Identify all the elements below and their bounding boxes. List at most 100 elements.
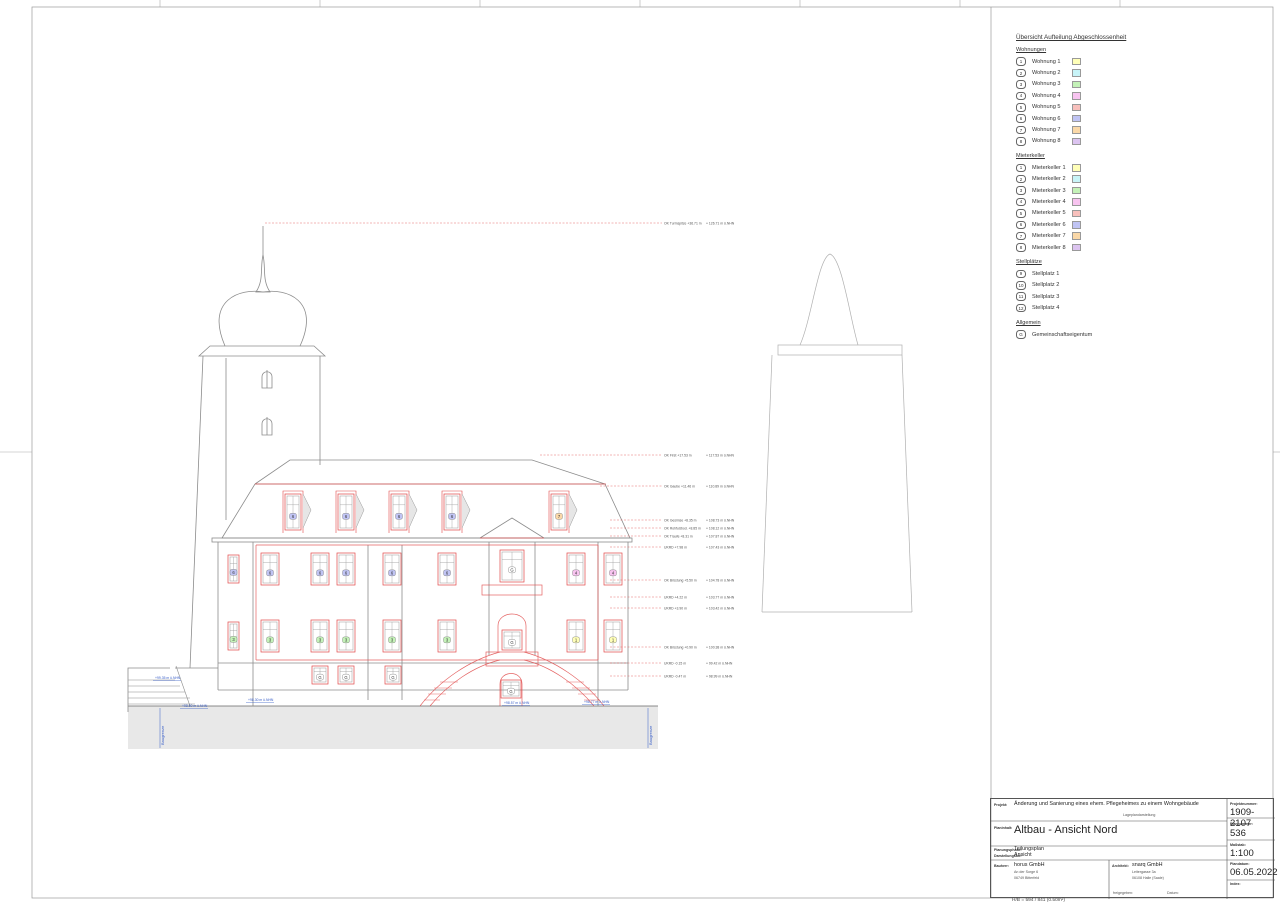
elevation-label: OK Traufe +8.31 m xyxy=(664,534,693,538)
approved-label: freigegeben: xyxy=(1113,891,1133,895)
dormer-window: 6 xyxy=(443,493,461,531)
legend-color-swatch xyxy=(1072,221,1081,229)
lower-window: 3 xyxy=(437,619,457,653)
elevation-value: + 103.42 m ü.NHN xyxy=(706,606,735,610)
elevation-label: UKRD +7.98 m xyxy=(664,545,687,549)
owner-address-1: An der Sorge 6 xyxy=(1014,870,1039,874)
legend-title: Übersicht Aufteilung Abgeschlossenheit xyxy=(1016,34,1127,41)
dormer-cheek xyxy=(355,493,365,529)
unit-tag-label: G xyxy=(510,567,513,572)
legend-color-swatch xyxy=(1072,103,1081,111)
project-value: Änderung und Sanierung eines ehem. Pfleg… xyxy=(1014,801,1199,807)
dormer-cheek xyxy=(302,493,312,529)
scale-label: Maßstab: xyxy=(1230,843,1246,847)
legend-color-swatch xyxy=(1072,80,1081,89)
legend-item-label: Mieterkeller 6 xyxy=(1032,221,1066,228)
legend-item-number: 2 xyxy=(1016,68,1026,78)
legend-color-swatch xyxy=(1072,164,1081,172)
legend-item-number: 12 xyxy=(1016,303,1026,313)
plan-number-value: 536 xyxy=(1230,828,1246,839)
elevation-label: OK Gesimse +8.35 m xyxy=(664,518,697,522)
legend-item-number: 4 xyxy=(1016,197,1026,207)
legend-item: 2 Wohnung 2 xyxy=(1016,67,1246,78)
legend-item-number: 4 xyxy=(1016,91,1026,101)
legend-item-label: Mieterkeller 8 xyxy=(1032,244,1066,251)
legend-item-number: 5 xyxy=(1016,209,1026,218)
ground-level-label: +98.30 m ü.NHN xyxy=(248,698,274,702)
legend-heading: Allgemein xyxy=(1016,319,1041,326)
plan-date-value: 06.05.2022 xyxy=(1230,867,1278,878)
windows-layer: 6 6 6 6 76 6 6 6 6 4 46G3 3 3 3 3 1 13G G GGG xyxy=(227,490,623,699)
legend-item-label: Mieterkeller 1 xyxy=(1032,164,1066,171)
legend-item-label: Wohnung 4 xyxy=(1032,92,1061,99)
legend-item: 4 Mieterkeller 4 xyxy=(1016,196,1246,207)
plan-content-label: Planinhalt: xyxy=(994,826,1013,830)
ground-level-label: +98.50 m ü.NHN xyxy=(182,704,208,708)
ground-level-label: +99.35 m ü.NHN xyxy=(155,676,181,680)
dormer-cheek xyxy=(568,493,578,529)
side-window: 3 xyxy=(227,621,240,651)
legend-item-label: Mieterkeller 3 xyxy=(1032,187,1066,194)
elevation-label: OK First +17.53 m xyxy=(664,453,692,457)
basement-window: G xyxy=(337,665,355,685)
legend-item: 1 Wohnung 1 xyxy=(1016,56,1246,67)
unit-tag-label: G xyxy=(391,675,394,680)
ground-level-label: +98.77 m ü.NHN xyxy=(584,700,610,704)
project-number-label: Projektnummer: xyxy=(1230,802,1258,806)
legend-item-number: 7 xyxy=(1016,231,1026,241)
view-type-value: Ansicht xyxy=(1014,852,1032,858)
entrance-stairs xyxy=(128,665,195,707)
lower-window: 3 xyxy=(382,619,402,653)
center-door: G xyxy=(501,629,523,651)
elevation-value: + 103.77 m ü.NHN xyxy=(706,595,735,599)
elevation-value: + 98.99 m ü.NHN xyxy=(706,674,733,678)
neighbour-tower-outline xyxy=(761,253,913,613)
elevation-label: OK Brüstung +0.90 m xyxy=(664,645,697,649)
legend-item-label: Stellplatz 2 xyxy=(1032,282,1060,289)
upper-window: 4 xyxy=(603,552,623,586)
upper-window: 6 xyxy=(382,552,402,586)
legend-item-number: 1 xyxy=(1016,163,1026,173)
unit-tag-label: G xyxy=(509,689,512,694)
basement-window: G xyxy=(311,665,329,685)
architect-label: Architekt: xyxy=(1112,864,1129,868)
elevation-value: + 117.53 m ü.NHN xyxy=(706,453,734,457)
legend-item-label: Wohnung 5 xyxy=(1032,104,1061,111)
title-block: Projekt: Änderung und Sanierung eines eh… xyxy=(990,798,1278,899)
legend-item-label: Wohnung 8 xyxy=(1032,138,1061,145)
elevation-value: + 108.73 m ü.NHN xyxy=(706,518,735,522)
legend-item-label: Wohnung 3 xyxy=(1032,81,1061,88)
elevation-value: + 108.12 m ü.NHN xyxy=(706,526,735,530)
elevation-label: OK Gaube +11.46 m xyxy=(664,484,695,488)
unit-tag-label: G xyxy=(344,675,347,680)
boundary-label-left: Baugrenze xyxy=(160,725,165,745)
elevation-value: + 107.87 m ü.NHN xyxy=(706,534,735,538)
legend-item: 2 Mieterkeller 2 xyxy=(1016,174,1246,185)
lower-window: 3 xyxy=(336,619,356,653)
legend-item-label: Gemeinschaftseigentum xyxy=(1032,331,1093,338)
legend-item: 8 Mieterkeller 8 xyxy=(1016,242,1246,253)
dormer-window: 6 xyxy=(284,493,302,531)
legend-item-number: 8 xyxy=(1016,137,1026,146)
basement-window: G xyxy=(384,665,402,685)
legend-item-label: Wohnung 2 xyxy=(1032,70,1061,77)
dormer-cheek xyxy=(461,493,471,529)
legend-item-number: 8 xyxy=(1016,243,1026,252)
owner-label: Bauherr: xyxy=(994,864,1009,868)
upper-window: 6 xyxy=(310,552,330,586)
legend-color-swatch xyxy=(1072,243,1081,252)
dormer-window: 7 xyxy=(550,493,568,531)
legend-heading: Wohnungen xyxy=(1016,47,1047,53)
project-label: Projekt: xyxy=(994,803,1008,807)
legend-item-label: Mieterkeller 2 xyxy=(1032,176,1066,183)
legend-item: G Gemeinschaftseigentum xyxy=(1016,329,1246,340)
elevation-labels: OK Turmspitze +36.71 m + 126.71 m ü.NHN OK… xyxy=(265,221,735,678)
side-window: 6 xyxy=(227,554,240,584)
elevation-value: + 110.89 m ü.NHN xyxy=(706,484,734,488)
legend-item: 5 Mieterkeller 5 xyxy=(1016,208,1246,219)
legend-item-number: 1 xyxy=(1016,57,1026,66)
legend-item-number: 3 xyxy=(1016,80,1026,89)
legend-color-swatch xyxy=(1072,57,1081,66)
ground-level-label: +98.57 m ü.NHN xyxy=(504,701,530,705)
elevation-label: UKRD +4.22 m xyxy=(664,595,687,599)
